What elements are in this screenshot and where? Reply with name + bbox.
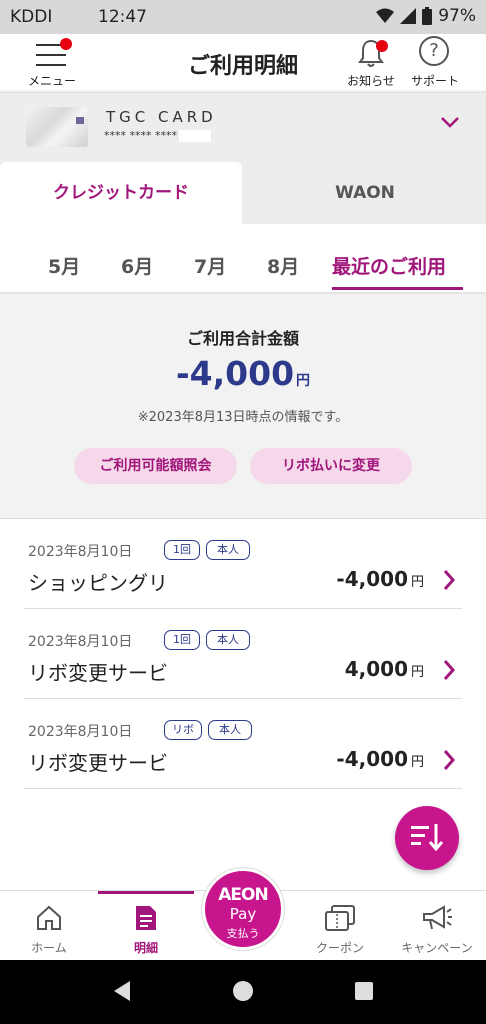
sort-icon: [411, 824, 444, 852]
chevron-right-icon: [443, 660, 456, 680]
card-image: [26, 107, 88, 147]
nav-home[interactable]: ホーム: [0, 891, 98, 961]
system-navigation-bar: [0, 960, 486, 1024]
recent-apps-icon[interactable]: [355, 982, 373, 1000]
transaction-row[interactable]: 2023年8月10日 リボ 本人 リボ変更サービ -4,000 円: [24, 699, 462, 789]
notice-button[interactable]: お知らせ: [343, 36, 399, 88]
card-name: TGC CARD: [106, 108, 217, 126]
transaction-row[interactable]: 2023年8月10日 1回 本人 リボ変更サービ 4,000 円: [24, 609, 462, 699]
sort-button[interactable]: [395, 806, 459, 870]
document-icon: [136, 906, 156, 930]
currency-unit: 円: [296, 373, 311, 389]
installment-badge: 1回: [164, 540, 200, 560]
status-bar: KDDI 12:47 97%: [0, 0, 486, 34]
status-icons: 97%: [376, 6, 476, 26]
active-tab-indicator: [332, 287, 463, 290]
help-icon: ?: [419, 36, 449, 66]
nav-coupon[interactable]: クーポン: [292, 891, 388, 961]
tab-credit-card[interactable]: クレジットカード: [0, 162, 242, 224]
support-label: サポート: [410, 74, 459, 88]
tab-recent-usage[interactable]: 最近のご利用: [332, 252, 446, 279]
transaction-amount: 4,000 円: [344, 657, 424, 681]
merchant-name: ショッピングリ: [28, 571, 168, 595]
payment-type-tabs: クレジットカード WAON: [0, 160, 486, 224]
nav-statement-label: 明細: [133, 941, 158, 955]
battery-percent: 97%: [438, 6, 476, 26]
card-selector[interactable]: TGC CARD **** **** ****: [0, 92, 486, 160]
card-number: **** **** ****: [104, 129, 211, 142]
notice-label: お知らせ: [347, 74, 395, 88]
tab-month-june[interactable]: 6月: [121, 252, 153, 279]
carrier-label: KDDI: [10, 7, 53, 27]
tab-month-july[interactable]: 7月: [194, 252, 226, 279]
wifi-icon: [376, 8, 395, 23]
chevron-right-icon: [443, 750, 456, 770]
chevron-down-icon[interactable]: [440, 115, 460, 129]
nav-campaign-label: キャンペーン: [401, 941, 473, 955]
clock: 12:47: [98, 7, 147, 27]
home-button-icon[interactable]: [233, 981, 253, 1001]
back-icon[interactable]: [112, 980, 132, 1002]
notification-dot: [376, 40, 388, 52]
transaction-date: 2023年8月10日: [28, 634, 133, 650]
battery-icon: [422, 7, 433, 25]
coupon-icon: [325, 905, 355, 931]
tab-waon[interactable]: WAON: [244, 162, 486, 224]
transaction-amount: -4,000 円: [336, 567, 424, 591]
merchant-name: リボ変更サービ: [28, 661, 168, 685]
nav-campaign[interactable]: キャンペーン: [388, 891, 486, 961]
available-limit-button[interactable]: ご利用可能額照会: [74, 448, 237, 484]
nav-home-label: ホーム: [31, 941, 67, 955]
merchant-name: リボ変更サービ: [28, 751, 168, 775]
aeon-pay-label: 支払う: [226, 927, 260, 940]
cardholder-badge: 本人: [206, 630, 250, 650]
chevron-right-icon: [443, 570, 456, 590]
aeon-pay-pay: Pay: [229, 905, 257, 923]
month-tabs: 5月 6月 7月 8月 最近のご利用: [0, 224, 486, 292]
nav-statement[interactable]: 明細: [98, 891, 194, 961]
total-amount: -4,000 円: [0, 354, 486, 393]
aeon-pay-button[interactable]: AEON Pay 支払う: [202, 868, 284, 950]
transaction-date: 2023年8月10日: [28, 544, 133, 560]
tab-month-may[interactable]: 5月: [48, 252, 80, 279]
signal-icon: [400, 8, 417, 24]
app-header: メニュー ご利用明細 お知らせ ? サポート: [0, 34, 486, 90]
total-amount-value: -4,000: [175, 354, 295, 393]
transaction-date: 2023年8月10日: [28, 724, 133, 740]
total-label: ご利用合計金額: [186, 329, 299, 348]
support-button[interactable]: ? サポート: [406, 36, 464, 88]
revolving-change-button[interactable]: リボ払いに変更: [250, 448, 412, 484]
transaction-row[interactable]: 2023年8月10日 1回 本人 ショッピングリ -4,000 円: [24, 519, 462, 609]
nav-coupon-label: クーポン: [315, 941, 364, 955]
megaphone-icon: [423, 905, 452, 930]
aeon-pay-logo: AEON: [218, 885, 268, 905]
tab-month-august[interactable]: 8月: [267, 252, 299, 279]
usage-summary: ご利用合計金額 -4,000 円 ※2023年8月13日時点の情報です。 ご利用可…: [0, 294, 486, 508]
as-of-note: ※2023年8月13日時点の情報です。: [137, 410, 349, 425]
home-icon: [37, 905, 61, 930]
transaction-amount: -4,000 円: [336, 747, 424, 771]
cardholder-badge: 本人: [206, 540, 250, 560]
installment-badge: 1回: [164, 630, 200, 650]
cardholder-badge: 本人: [208, 720, 252, 740]
installment-badge: リボ: [164, 720, 202, 740]
